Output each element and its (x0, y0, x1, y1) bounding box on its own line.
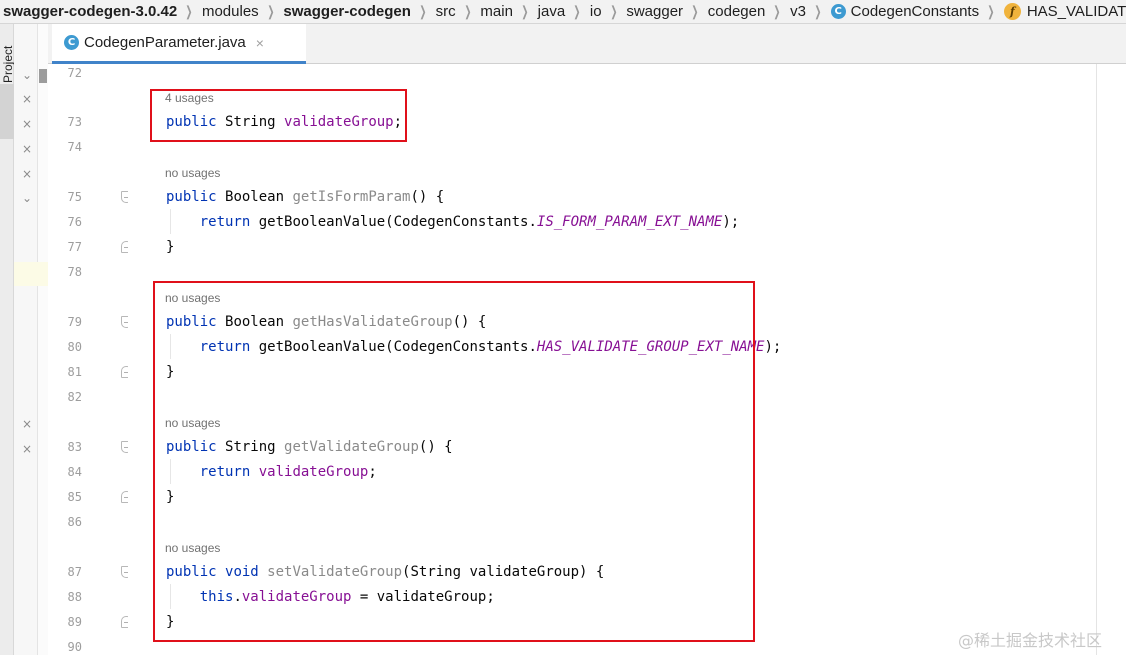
code-line-75: public Boolean getIsFormParam() { (166, 189, 445, 205)
breadcrumb-separator-icon: ❯ (185, 3, 193, 19)
breadcrumb-item-main[interactable]: main (477, 3, 515, 20)
editor-tab-bar: C CodegenParameter.java × (14, 24, 1126, 64)
breadcrumb-item-module[interactable]: swagger-codegen (280, 3, 413, 20)
line-number: 72 (67, 66, 82, 80)
line-number: 76 (67, 215, 82, 229)
breadcrumb-item-field[interactable]: f HAS_VALIDATE_ (1001, 3, 1126, 20)
line-number: 86 (67, 515, 82, 529)
annotation-box-methods (153, 281, 755, 642)
line-number: 89 (67, 615, 82, 629)
line-number: 81 (67, 365, 82, 379)
line-number: 85 (67, 490, 82, 504)
tree-scroll-column (38, 24, 48, 655)
line-number: 84 (67, 465, 82, 479)
line-number: 80 (67, 340, 82, 354)
line-number: 83 (67, 440, 82, 454)
breadcrumb-separator-icon: ❯ (814, 3, 822, 19)
line-number: 90 (67, 640, 82, 654)
breadcrumb-item-src[interactable]: src (433, 3, 458, 20)
usages-hint[interactable]: no usages (165, 166, 220, 180)
breadcrumb-separator-icon: ❯ (464, 3, 472, 19)
tab-label: CodegenParameter.java (84, 34, 246, 51)
line-number: 88 (67, 590, 82, 604)
line-number: 87 (67, 565, 82, 579)
breadcrumb-item-modules[interactable]: modules (199, 3, 261, 20)
collapse-marker-icon[interactable]: × (22, 442, 32, 456)
collapse-marker-icon[interactable]: × (22, 167, 32, 181)
collapse-marker-icon[interactable]: × (22, 92, 32, 106)
line-number: 77 (67, 240, 82, 254)
collapse-marker-icon[interactable]: × (22, 117, 32, 131)
breadcrumb-separator-icon: ❯ (609, 3, 617, 19)
collapse-marker-icon[interactable]: × (22, 142, 32, 156)
breadcrumb-item-project[interactable]: swagger-codegen-3.0.42 (0, 3, 179, 20)
breadcrumb-item-codegen[interactable]: codegen (705, 3, 768, 20)
scroll-thumb[interactable] (39, 69, 47, 83)
breadcrumb: swagger-codegen-3.0.42 ❯ modules ❯ swagger… (0, 0, 1126, 24)
line-number: 82 (67, 390, 82, 404)
caret-row-highlight (14, 262, 50, 286)
chevron-down-icon[interactable]: ⌄ (22, 68, 32, 82)
code-line-76: return getBooleanValue(CodegenConstants.… (199, 214, 740, 230)
breadcrumb-separator-icon: ❯ (691, 3, 699, 19)
tool-window-project[interactable]: Project (1, 43, 15, 83)
breadcrumb-separator-icon: ❯ (573, 3, 581, 19)
breadcrumb-item-java[interactable]: java (535, 3, 568, 20)
breadcrumb-item-class[interactable]: C CodegenConstants (828, 3, 981, 20)
close-icon[interactable]: × (256, 35, 264, 51)
breadcrumb-item-io[interactable]: io (587, 3, 604, 20)
line-number: 74 (67, 140, 82, 154)
tool-window-strip: Project (0, 24, 15, 655)
tab-codegen-parameter[interactable]: C CodegenParameter.java × (52, 24, 306, 64)
collapse-marker-icon[interactable]: × (22, 417, 32, 431)
breadcrumb-field-label: HAS_VALIDATE_ (1026, 3, 1126, 20)
breadcrumb-separator-icon: ❯ (987, 3, 995, 19)
annotation-box-field (150, 89, 407, 142)
breadcrumb-separator-icon: ❯ (419, 3, 427, 19)
editor-gutter: 72 73 74 75 76 77 78 79 80 81 82 83 84 8… (48, 64, 132, 655)
class-icon: C (64, 35, 79, 50)
watermark: @稀土掘金技术社区 (958, 631, 1103, 650)
class-icon: C (830, 4, 846, 19)
chevron-down-icon[interactable]: ⌄ (22, 191, 32, 205)
line-number: 78 (67, 265, 82, 279)
breadcrumb-item-swagger[interactable]: swagger (623, 3, 685, 20)
line-number: 79 (67, 315, 82, 329)
line-number: 73 (67, 115, 82, 129)
code-line-77: } (166, 239, 175, 255)
right-margin-guide (1096, 64, 1097, 655)
tool-tab-highlight (0, 84, 14, 139)
line-number: 75 (67, 190, 82, 204)
breadcrumb-class-label: CodegenConstants (850, 3, 980, 20)
breadcrumb-separator-icon: ❯ (267, 3, 275, 19)
breadcrumb-item-v3[interactable]: v3 (787, 3, 808, 20)
breadcrumb-separator-icon: ❯ (521, 3, 529, 19)
project-tree-column: ⌄ × × × × ⌄ × × (14, 24, 38, 655)
breadcrumb-separator-icon: ❯ (773, 3, 781, 19)
field-icon: f (1003, 3, 1021, 20)
